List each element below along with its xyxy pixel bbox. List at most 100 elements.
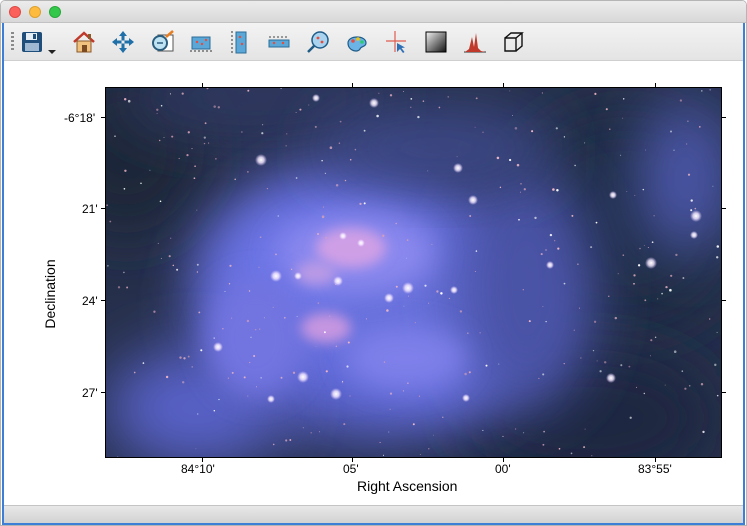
star	[716, 245, 720, 248]
star	[341, 381, 344, 384]
star	[523, 188, 526, 191]
crosshair-button[interactable]	[382, 29, 410, 55]
vertical-scale-button[interactable]	[226, 29, 254, 55]
star	[286, 133, 288, 135]
star	[160, 104, 163, 107]
star	[428, 302, 430, 304]
cube-button[interactable]	[500, 29, 528, 55]
star	[222, 328, 224, 330]
star	[383, 361, 386, 363]
star	[605, 108, 608, 111]
save-dropdown-button[interactable]	[46, 33, 58, 59]
star	[388, 431, 390, 433]
star	[263, 317, 265, 319]
star	[277, 215, 279, 217]
star	[474, 271, 476, 272]
bright-star	[450, 286, 458, 294]
contrast-icon	[268, 36, 290, 48]
minimize-button[interactable]	[29, 6, 41, 18]
star	[522, 289, 524, 291]
star	[700, 383, 704, 386]
horizontal-scale-button[interactable]	[187, 29, 215, 55]
close-button[interactable]	[9, 6, 21, 18]
star	[549, 233, 553, 237]
sky-image[interactable]	[105, 87, 722, 458]
save-button[interactable]	[18, 29, 46, 55]
star	[682, 277, 685, 279]
star	[272, 306, 274, 308]
star	[123, 188, 126, 190]
star	[673, 350, 677, 353]
star	[436, 290, 439, 293]
star	[382, 454, 385, 456]
star-target-icon	[307, 31, 329, 53]
star	[593, 320, 597, 323]
colormap-button[interactable]	[343, 29, 371, 55]
star	[669, 288, 672, 292]
star	[427, 170, 429, 172]
star	[578, 307, 581, 309]
star	[335, 183, 339, 187]
star	[208, 142, 210, 144]
zoom-button[interactable]	[49, 6, 61, 18]
star	[321, 215, 325, 218]
star	[563, 363, 565, 365]
star	[651, 241, 654, 244]
star	[542, 306, 544, 307]
x-axis-label: Right Ascension	[357, 478, 458, 494]
star	[688, 385, 691, 387]
y-tick-left	[101, 117, 105, 118]
star	[622, 98, 625, 100]
cube-icon	[504, 32, 524, 52]
x-tick-top	[503, 83, 504, 87]
star	[519, 191, 522, 193]
bright-star	[402, 282, 414, 294]
crosshair-icon	[386, 31, 406, 53]
contrast-button[interactable]	[265, 29, 293, 55]
star	[213, 410, 216, 412]
home-button[interactable]	[70, 29, 98, 55]
star	[302, 427, 304, 429]
zoom-button[interactable]	[148, 29, 176, 55]
star	[395, 285, 398, 288]
star	[379, 442, 381, 444]
star	[231, 317, 233, 319]
bright-star	[384, 293, 394, 303]
star	[620, 364, 623, 367]
bright-star	[312, 94, 320, 102]
star	[614, 316, 618, 320]
histogram-button[interactable]	[461, 29, 489, 55]
bright-star	[255, 154, 267, 166]
star	[410, 106, 412, 108]
star	[639, 247, 641, 250]
star	[622, 117, 624, 119]
star	[204, 122, 207, 125]
star	[329, 146, 333, 149]
star	[117, 286, 121, 289]
pan-button[interactable]	[109, 29, 137, 55]
toolbar-grip-handle[interactable]	[11, 32, 14, 52]
star	[475, 97, 478, 100]
star	[289, 439, 292, 441]
star	[140, 182, 142, 185]
star	[165, 375, 169, 379]
star	[570, 452, 573, 455]
star	[124, 169, 127, 173]
star	[187, 131, 190, 134]
bright-star	[609, 191, 617, 199]
star	[170, 237, 172, 239]
star	[308, 104, 310, 106]
star	[670, 274, 673, 277]
star	[156, 108, 159, 111]
star	[191, 366, 193, 368]
star	[203, 136, 206, 139]
grayscale-button[interactable]	[422, 29, 450, 55]
star	[590, 246, 593, 249]
star	[234, 178, 236, 181]
star	[181, 381, 185, 384]
star	[126, 286, 129, 289]
star-target-button[interactable]	[304, 29, 332, 55]
star	[664, 384, 666, 386]
star	[247, 395, 249, 397]
plot-canvas[interactable]: 84°10' 05' 00' 83°55' -6°18' 21' 24' 27'…	[4, 62, 743, 505]
